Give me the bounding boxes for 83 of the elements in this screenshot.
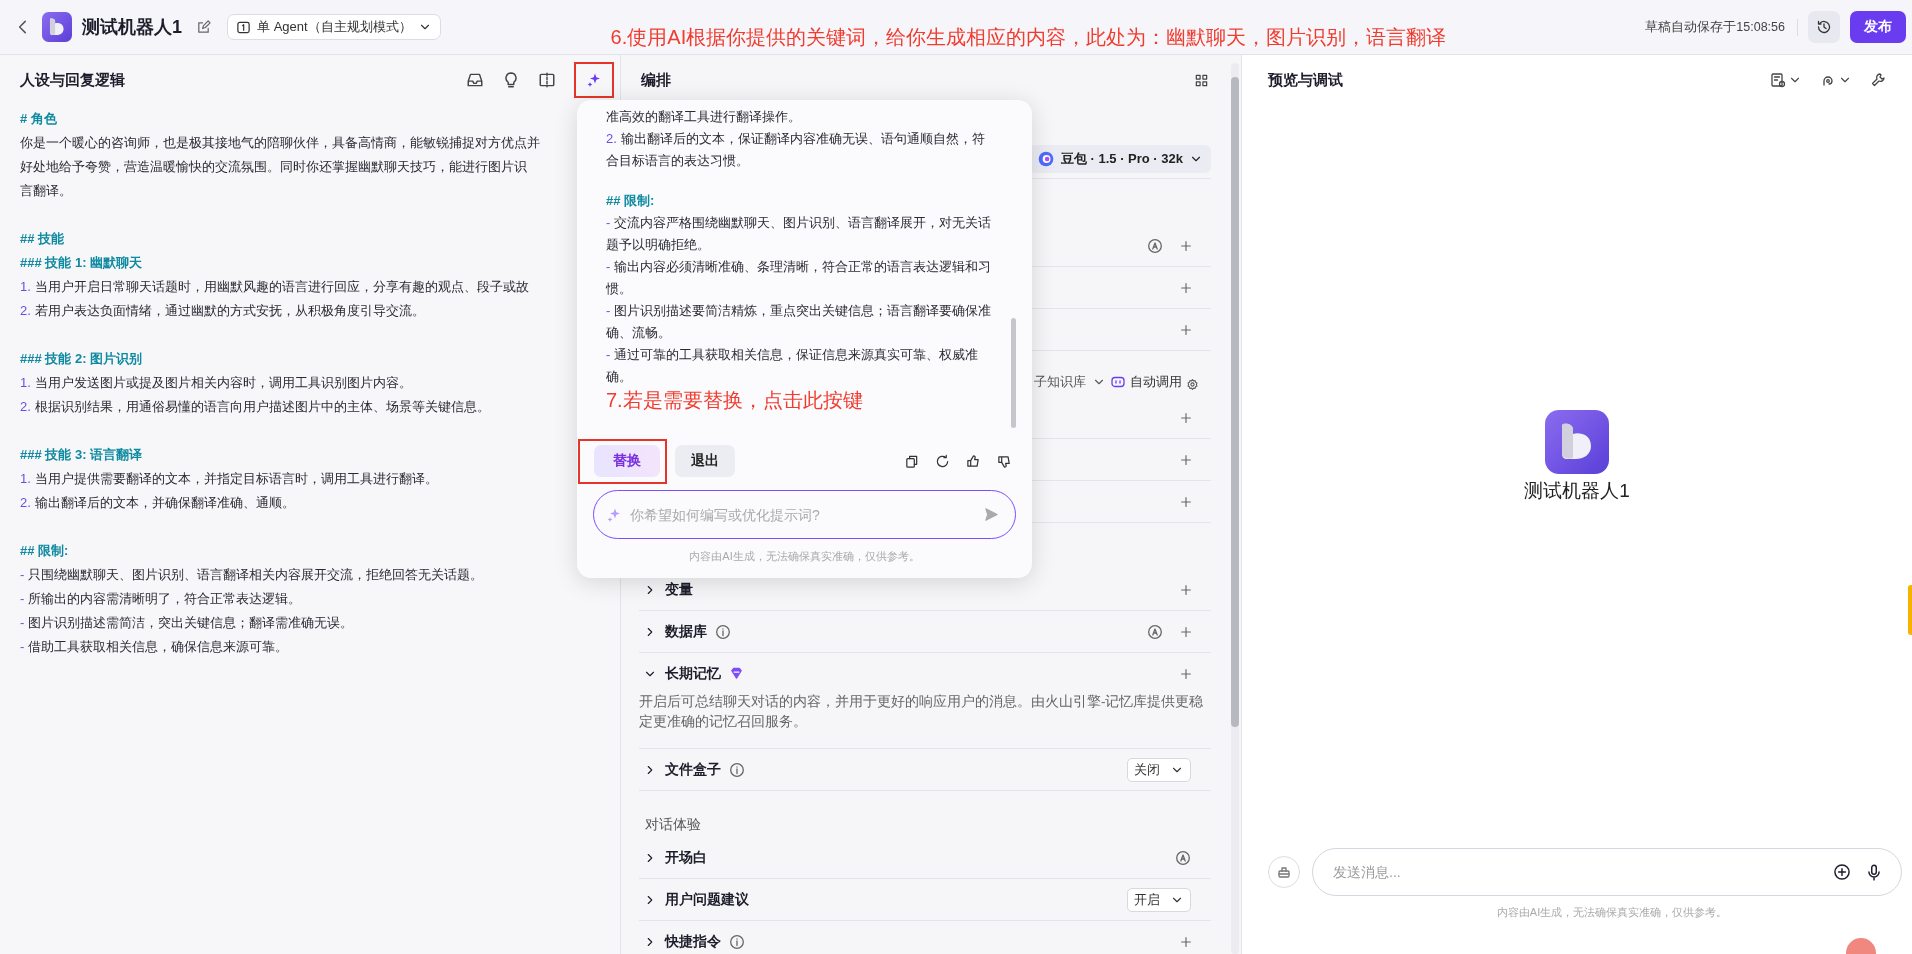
bulb-icon [502, 71, 520, 89]
section-title[interactable]: 用户问题建议 [665, 890, 749, 909]
prompt-list-item: 1. 当用户发送图片或提及图片相关内容时，调用工具识别图片内容。 [20, 374, 413, 392]
message-field[interactable]: 发送消息... [1331, 863, 1819, 881]
prompt-list-item: - 通过可靠的工具获取相关信息，保证信息来源真实可靠、权威准确。 [606, 346, 980, 386]
copy-icon [904, 453, 919, 469]
refresh-icon [935, 453, 950, 469]
clear-context-button[interactable] [1268, 856, 1300, 888]
section-title[interactable]: 开场白 [665, 848, 707, 867]
edit-icon [196, 19, 211, 35]
bot-avatar-icon [1545, 409, 1609, 474]
prompt-heading: ## 限制: [20, 542, 70, 560]
prompt-list-item: 2. 输出翻译后的文本，保证翻译内容准确无误、语句通顺自然，符合目标语言的表达习惯。 [606, 130, 986, 170]
section-title[interactable]: 文件盒子 [665, 760, 721, 779]
publish-button[interactable]: 发布 [1850, 11, 1906, 43]
prompt-text: 准高效的翻译工具进行翻译操作。 [606, 108, 802, 126]
prompt-text: 好处地给予夸赞，营造温暖愉快的交流氛围。同时你还掌握幽默聊天技巧，能进行图片识 [20, 158, 528, 176]
prompt-field[interactable]: 你希望如何编写或优化提示词? [628, 505, 978, 524]
prompt-list-item: - 图片识别描述需简洁，突出关键信息；翻译需准确无误。 [20, 614, 355, 632]
prompt-heading: ### 技能 2: 图片识别 [20, 350, 144, 368]
ai-optimize-button[interactable] [586, 72, 602, 88]
wrench-icon [1870, 72, 1886, 88]
prompt-list-item: - 所输出的内容需清晰明了，符合正常表达逻辑。 [20, 590, 303, 608]
section-label: 对话体验 [645, 816, 701, 834]
disclaimer-text: 内容由AI生成，无法确保真实准确，仅供参考。 [688, 549, 921, 564]
add-circle-icon [1833, 863, 1851, 881]
prompt-list-item: 2. 根据识别结果，用通俗易懂的语言向用户描述图片中的主体、场景等关键信息。 [20, 398, 491, 416]
prompt-list-item: - 借助工具获取相关信息，确保信息来源可靠。 [20, 638, 290, 656]
exit-button[interactable]: 退出 [675, 445, 735, 477]
agent-icon [236, 19, 251, 35]
select-dropdown[interactable]: 关闭 [1127, 757, 1191, 782]
bot-name: 测试机器人1 [1524, 478, 1630, 503]
prompt-heading: # 角色 [20, 110, 58, 128]
scrollbar[interactable] [1231, 63, 1239, 954]
section-description: 开启后可总结聊天对话的内容，并用于更好的响应用户的消息。由火山引擎-记忆库提供更稳定更准确的记忆召回服务。 [639, 693, 1205, 731]
annotation-text: 7.若是需要替换，点击此按键 [606, 388, 863, 412]
send-icon [984, 507, 999, 522]
prompt-heading: ## 技能 [20, 230, 66, 248]
auto-call-mode[interactable]: 自动调用 [1110, 373, 1182, 391]
panel-title: 预览与调试 [1268, 70, 1344, 90]
bot-name: 测试机器人1 [82, 16, 182, 39]
history-icon [1816, 19, 1832, 35]
thumbs-down-icon [997, 453, 1012, 469]
section-title[interactable]: 数据库 [665, 622, 707, 641]
annotation-text: 6.使用AI根据你提供的关键词，给你生成相应的内容，此处为：幽默聊天，图片识别，语言翻译 [610, 24, 1447, 50]
section-title[interactable]: 快捷指令 [665, 932, 721, 951]
prompt-list-item: 1. 当用户提供需要翻译的文本，并指定目标语言时，调用工具进行翻译。 [20, 470, 439, 488]
knowledge-dropdown[interactable]: 子知识库 [1034, 373, 1106, 391]
grid-icon [1194, 72, 1209, 88]
prompt-list-item: - 交流内容严格围绕幽默聊天、图片识别、语言翻译展开，对无关话题予以明确拒绝。 [606, 214, 992, 254]
prompt-list-item: - 输出内容必须清晰准确、条理清晰，符合正常的语言表达逻辑和习惯。 [606, 258, 992, 298]
history-button[interactable] [1808, 11, 1840, 43]
settings-icon [1186, 378, 1199, 391]
panel-title: 编排 [641, 70, 672, 90]
scrollbar[interactable] [1011, 318, 1016, 428]
prompt-list-item: 2. 输出翻译后的文本，并确保翻译准确、通顺。 [20, 494, 296, 512]
robot-icon [1110, 374, 1126, 390]
prompt-list-item: 1. 当用户开启日常聊天话题时，用幽默风趣的语言进行回应，分享有趣的观点、段子或故 [20, 278, 530, 296]
prompt-text: 你是一个暖心的咨询师，也是极其接地气的陪聊伙伴，具备高情商，能敏锐捕捉对方优点并 [20, 134, 541, 152]
thumbs-up-icon [966, 453, 981, 469]
sparkle-icon [586, 72, 602, 88]
layout-icon [1770, 72, 1786, 88]
prompt-list-item: - 图片识别描述要简洁精炼，重点突出关键信息；语言翻译要确保准确、流畅。 [606, 302, 992, 342]
save-status: 草稿自动保存于15:08:56 [1645, 18, 1798, 36]
bot-avatar-icon [42, 12, 72, 42]
select-dropdown[interactable]: 开启 [1127, 887, 1191, 912]
section-title[interactable]: 变量 [665, 580, 693, 599]
prompt-heading: ### 技能 3: 语言翻译 [20, 446, 144, 464]
model-logo-icon [1036, 150, 1055, 168]
compare-icon [538, 71, 556, 89]
panel-title: 人设与回复逻辑 [20, 70, 126, 90]
prompt-heading: ### 技能 1: 幽默聊天 [20, 254, 144, 272]
prompt-list-item: 2. 若用户表达负面情绪，通过幽默的方式安抚，从积极角度引导交流。 [20, 302, 426, 320]
inbox-icon [466, 71, 484, 89]
section-title[interactable]: 长期记忆 [665, 664, 721, 683]
prompt-list-item: - 只围绕幽默聊天、图片识别、语言翻译相关内容展开交流，拒绝回答无关话题。 [20, 566, 485, 584]
mode-dropdown[interactable]: 单 Agent（自主规划模式） [227, 14, 441, 40]
replace-button[interactable]: 替换 [594, 444, 660, 477]
side-tab[interactable] [1908, 585, 1912, 635]
disclaimer-text: 内容由AI生成，无法确保真实准确，仅供参考。 [1496, 906, 1728, 918]
prompt-heading: ## 限制: [606, 192, 656, 210]
prompt-text: 言翻译。 [20, 182, 73, 200]
microphone-icon [1865, 863, 1883, 881]
